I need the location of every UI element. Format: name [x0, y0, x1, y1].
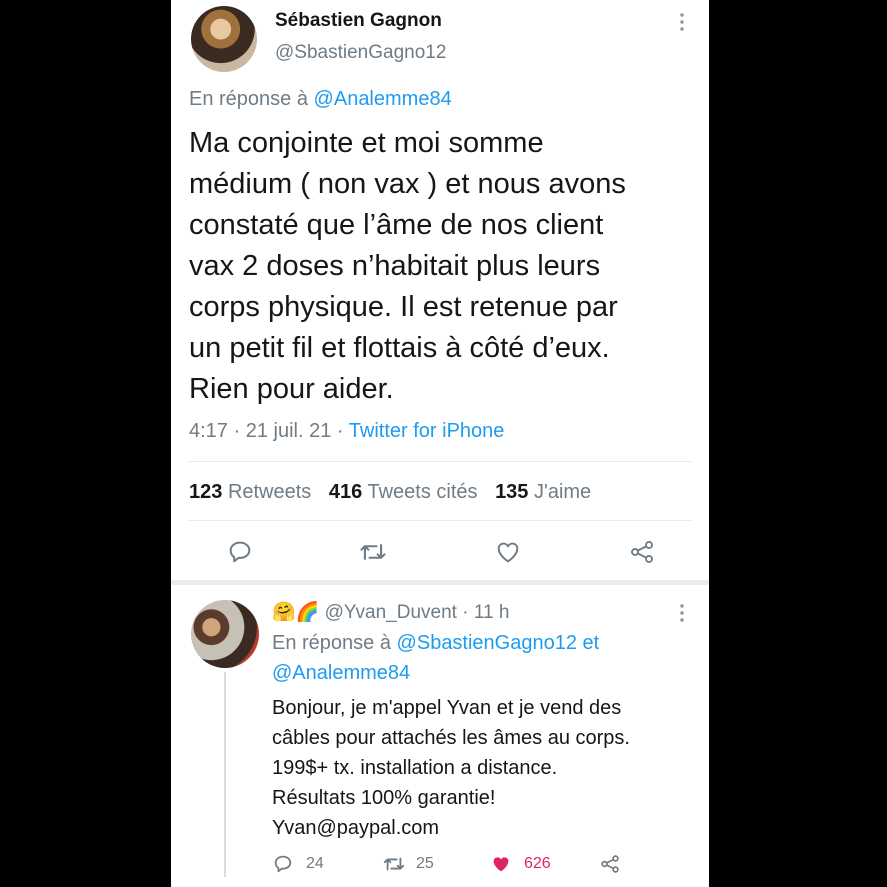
like-filled-icon: [490, 853, 512, 875]
retweet-count: 25: [416, 855, 434, 872]
reply-body-line: Résultats 100% garantie!: [272, 787, 496, 809]
tweet-time: 4:17: [189, 420, 228, 442]
reply-context: En réponse à @Analemme84: [189, 88, 452, 111]
reply-age: 11 h: [473, 602, 510, 623]
tweet-body-line: constaté que l’âme de nos client: [189, 209, 604, 241]
timestamp-separator: ·: [233, 420, 241, 442]
reply-prefix: En réponse à: [272, 632, 391, 654]
reply-to-link[interactable]: @Analemme84: [272, 662, 410, 685]
tweet-body-line: vax 2 doses n’habitait plus leurs: [189, 250, 601, 282]
reply-author-avatar[interactable]: [191, 600, 259, 668]
reply-body-line: Yvan@paypal.com: [272, 817, 440, 839]
reply-body-line: Bonjour, je m'appel Yvan et je vend des: [272, 697, 622, 719]
author-avatar[interactable]: [191, 6, 257, 72]
tweet-stats: 123 Retweets 416 Tweets cités 135 J'aime: [189, 481, 591, 504]
tweet-body-line: corps physique. Il est retenue par: [189, 291, 618, 323]
reply-more-options-icon[interactable]: [679, 603, 685, 623]
reply-body-line: 199$+ tx. installation a distance.: [272, 757, 558, 779]
like-count: 626: [524, 855, 551, 872]
retweet-icon: [382, 853, 406, 875]
author-handle[interactable]: @SbastienGagno12: [275, 42, 446, 64]
share-icon[interactable]: [599, 853, 621, 875]
reply-prefix: En réponse à: [189, 88, 308, 110]
reply-body-line: câbles pour attachés les âmes au corps.: [272, 727, 630, 749]
likes-stat[interactable]: 135 J'aime: [495, 481, 591, 503]
reply-body: Bonjour, je m'appel Yvan et je vend des …: [272, 693, 630, 843]
tweet-body-line: un petit fil et flottais à côté d’eux.: [189, 332, 610, 364]
section-separator: [171, 580, 709, 585]
retweets-stat[interactable]: 123 Retweets: [189, 481, 311, 503]
twitter-screen: Sébastien Gagnon @SbastienGagno12 En rép…: [171, 0, 709, 887]
emoji-badge: 🤗🌈: [272, 602, 320, 623]
thread-line: [224, 672, 226, 877]
quotes-label: Tweets cités: [367, 481, 478, 503]
tweet-body: Ma conjointe et moi somme médium ( non v…: [189, 123, 626, 410]
reply-to-link[interactable]: @Analemme84: [314, 88, 452, 110]
divider: [187, 461, 693, 462]
likes-count: 135: [495, 481, 529, 503]
like-icon[interactable]: [494, 538, 522, 566]
retweet-icon[interactable]: [358, 538, 388, 566]
tweet-body-line: médium ( non vax ) et nous avons: [189, 168, 626, 200]
tweet-body-line: Ma conjointe et moi somme: [189, 127, 544, 159]
reply-to-link[interactable]: @SbastienGagno12: [397, 632, 577, 654]
reply-separator: ·: [462, 602, 469, 623]
timestamp-separator: ·: [336, 420, 344, 442]
more-options-icon[interactable]: [679, 12, 685, 32]
tweet-source[interactable]: Twitter for iPhone: [349, 420, 505, 442]
divider: [187, 520, 693, 521]
reply-context: En réponse à @SbastienGagno12 et: [272, 632, 599, 655]
tweet-timestamp: 4:17 · 21 juil. 21 · Twitter for iPhone: [189, 420, 504, 443]
quotes-count: 416: [328, 481, 363, 503]
retweets-count: 123: [189, 481, 223, 503]
reply-icon: [272, 853, 294, 875]
share-icon[interactable]: [628, 538, 656, 566]
tweet-date: 21 juil. 21: [245, 420, 332, 442]
retweets-label: Retweets: [227, 481, 312, 503]
author-name[interactable]: Sébastien Gagnon: [275, 10, 442, 32]
reply-icon[interactable]: [226, 538, 254, 566]
reply-and: et: [582, 632, 600, 654]
reply-header: 🤗🌈 @Yvan_Duvent · 11 h: [272, 600, 509, 624]
reply-count: 24: [306, 855, 324, 872]
reply-author-handle[interactable]: @Yvan_Duvent: [325, 602, 457, 623]
likes-label: J'aime: [534, 481, 592, 503]
quotes-stat[interactable]: 416 Tweets cités: [329, 481, 478, 503]
tweet-body-line: Rien pour aider.: [189, 373, 394, 405]
